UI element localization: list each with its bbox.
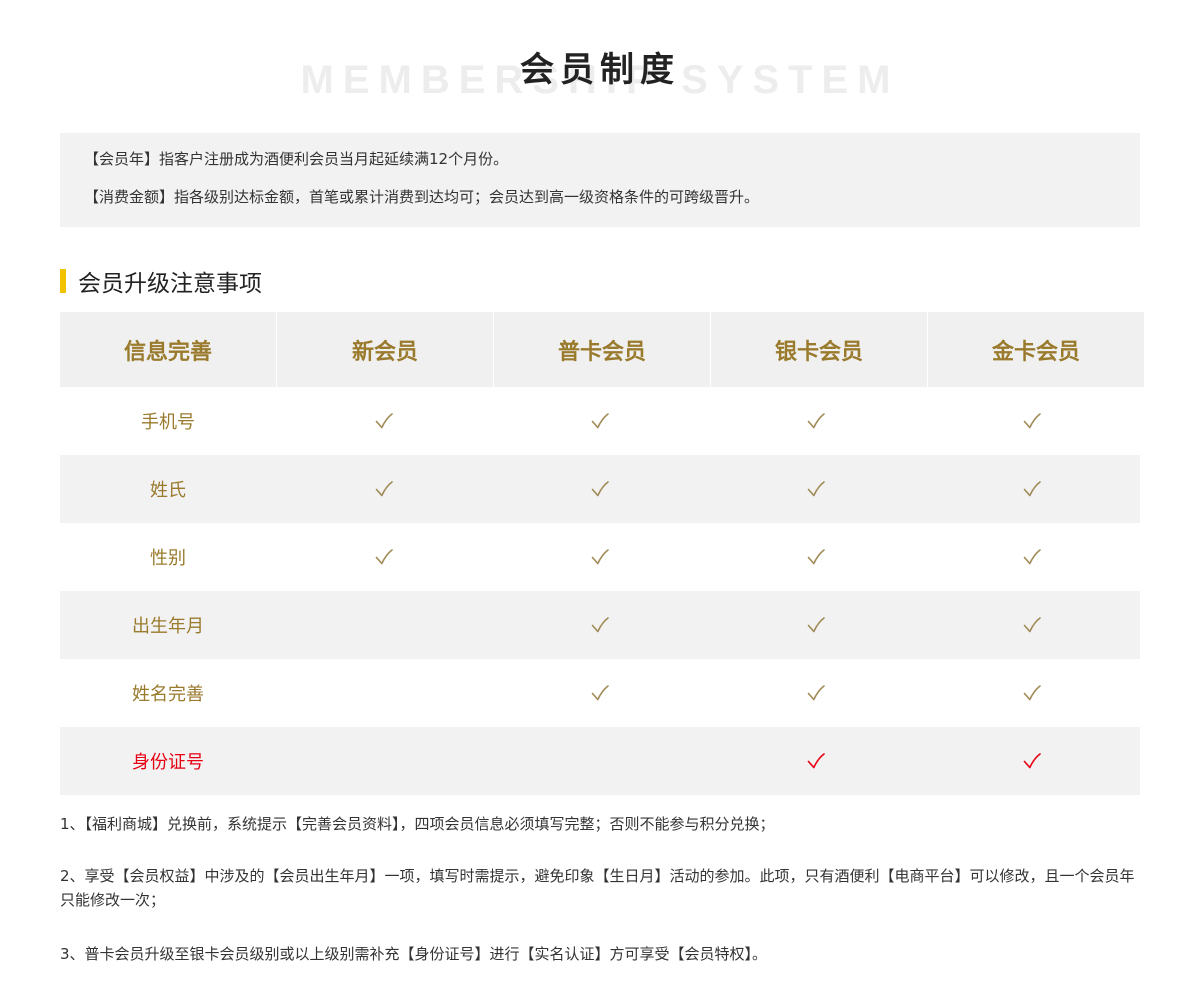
check-cell: [924, 523, 1140, 591]
checkmark-icon: [591, 481, 609, 497]
checkmark-icon: [807, 481, 825, 497]
checkmark-icon: [1023, 549, 1041, 565]
check-cell: [492, 727, 708, 795]
checkmark-icon: [807, 413, 825, 429]
table-row: 出生年月: [60, 591, 1140, 659]
row-label-cell: 手机号: [60, 387, 276, 455]
table-row: 性别: [60, 523, 1140, 591]
check-cell: [492, 387, 708, 455]
check-cell: [708, 659, 924, 727]
row-label: 手机号: [141, 412, 195, 433]
definitions-box: 【会员年】指客户注册成为酒便利会员当月起延续满12个月份。 【消费金额】指各级别…: [60, 133, 1140, 227]
checkmark-icon: [591, 685, 609, 701]
checkmark-icon: [1023, 413, 1041, 429]
note-item: 3、普卡会员升级至银卡会员级别或以上级别需补充【身份证号】进行【实名认证】方可享…: [60, 945, 768, 963]
row-label: 性别: [150, 548, 186, 569]
check-cell: [276, 727, 492, 795]
row-label: 身份证号: [132, 752, 204, 773]
row-label: 出生年月: [132, 616, 204, 637]
check-cell: [492, 523, 708, 591]
header-gold-card: 金卡会员: [928, 312, 1144, 387]
check-cell: [924, 659, 1140, 727]
definition-member-year: 【会员年】指客户注册成为酒便利会员当月起延续满12个月份。: [84, 150, 509, 168]
check-cell: [924, 387, 1140, 455]
check-cell: [708, 455, 924, 523]
checkmark-icon: [375, 481, 393, 497]
page-heading: MEMBERSHIP SYSTEM 会员制度: [0, 38, 1200, 108]
check-cell: [492, 591, 708, 659]
checkmark-icon: [807, 753, 825, 769]
checkmark-icon: [591, 413, 609, 429]
checkmark-icon: [1023, 481, 1041, 497]
check-cell: [708, 727, 924, 795]
check-cell: [276, 591, 492, 659]
row-label: 姓名完善: [132, 684, 204, 705]
note-item: 1、【福利商城】兑换前，系统提示【完善会员资料】，四项会员信息必须填写完整；否则…: [60, 815, 775, 833]
header-silver-card: 银卡会员: [711, 312, 927, 387]
table-row: 身份证号: [60, 727, 1140, 795]
row-label-cell: 身份证号: [60, 727, 276, 795]
table-row: 姓名完善: [60, 659, 1140, 727]
page-title: 会员制度: [520, 50, 680, 90]
checkmark-icon: [375, 413, 393, 429]
row-label: 姓氏: [150, 480, 186, 501]
notes-list: 1、【福利商城】兑换前，系统提示【完善会员资料】，四项会员信息必须填写完整；否则…: [60, 812, 1140, 966]
checkmark-icon: [591, 617, 609, 633]
checkmark-icon: [1023, 685, 1041, 701]
check-cell: [276, 659, 492, 727]
section-title: 会员升级注意事项: [78, 271, 262, 297]
check-cell: [924, 727, 1140, 795]
checkmark-icon: [807, 617, 825, 633]
check-cell: [708, 387, 924, 455]
check-cell: [276, 523, 492, 591]
table-row: 手机号: [60, 387, 1140, 455]
checkmark-icon: [375, 549, 393, 565]
table-row: 姓氏: [60, 455, 1140, 523]
checkmark-icon: [807, 549, 825, 565]
header-new-member: 新会员: [277, 312, 493, 387]
header-info-complete: 信息完善: [60, 312, 276, 387]
section-heading: 会员升级注意事项: [60, 266, 262, 297]
check-cell: [276, 455, 492, 523]
row-label-cell: 姓氏: [60, 455, 276, 523]
check-cell: [276, 387, 492, 455]
table-header-row: 信息完善 新会员 普卡会员 银卡会员 金卡会员: [60, 312, 1144, 387]
definition-spend-amount: 【消费金额】指各级别达标金额，首笔或累计消费到达均可；会员达到高一级资格条件的可…: [84, 188, 760, 206]
table-body: 手机号姓氏性别出生年月姓名完善身份证号: [60, 387, 1140, 795]
checkmark-icon: [591, 549, 609, 565]
row-label-cell: 性别: [60, 523, 276, 591]
checkmark-icon: [1023, 753, 1041, 769]
check-cell: [924, 455, 1140, 523]
check-cell: [492, 659, 708, 727]
upgrade-requirements-table: 信息完善 新会员 普卡会员 银卡会员 金卡会员 手机号姓氏性别出生年月姓名完善身…: [60, 312, 1144, 795]
note-item: 2、享受【会员权益】中涉及的【会员出生年月】一项，填写时需提示，避免印象【生日月…: [60, 867, 1135, 909]
check-cell: [924, 591, 1140, 659]
row-label-cell: 出生年月: [60, 591, 276, 659]
check-cell: [492, 455, 708, 523]
check-cell: [708, 591, 924, 659]
row-label-cell: 姓名完善: [60, 659, 276, 727]
check-cell: [708, 523, 924, 591]
section-accent-bar: [60, 269, 66, 293]
checkmark-icon: [807, 685, 825, 701]
checkmark-icon: [1023, 617, 1041, 633]
header-regular-card: 普卡会员: [494, 312, 710, 387]
